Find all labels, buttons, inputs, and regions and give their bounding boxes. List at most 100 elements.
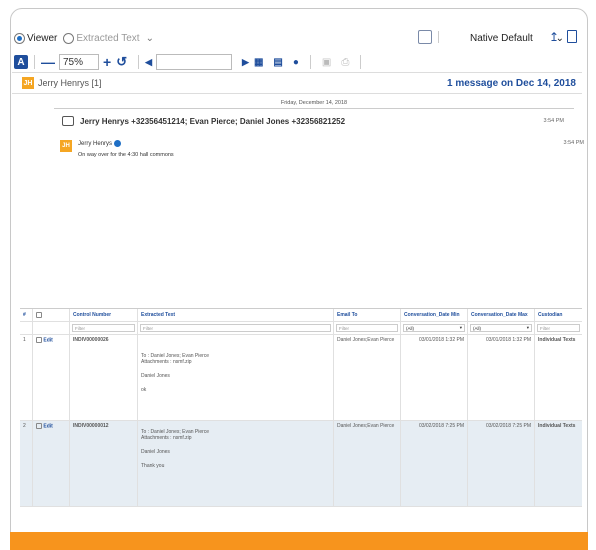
filter-value: (All) bbox=[473, 325, 481, 331]
chevron-down-icon[interactable]: ⌄ bbox=[146, 33, 154, 44]
control-number-link[interactable]: INDIV00000012 bbox=[70, 421, 138, 506]
layout-icon[interactable] bbox=[418, 30, 432, 44]
row-checkbox[interactable] bbox=[36, 337, 42, 343]
filter-cell: Filter bbox=[334, 322, 401, 334]
extracted-message: Thank you bbox=[141, 463, 165, 469]
row-checkbox[interactable] bbox=[36, 423, 42, 429]
column-header-email-to[interactable]: Email To bbox=[334, 309, 401, 321]
edit-link[interactable]: Edit bbox=[43, 337, 52, 343]
extracted-text-label: Extracted Text bbox=[76, 32, 140, 44]
filter-select[interactable]: (All) ▾ bbox=[403, 324, 465, 332]
avatar: JH bbox=[22, 77, 34, 89]
date-min-cell: 03/02/2018 7:25 PM bbox=[401, 421, 468, 506]
row-select-cell: Edit bbox=[33, 335, 70, 420]
document-list-grid: # Control Number Extracted Text Email To… bbox=[20, 308, 582, 507]
page-input[interactable] bbox=[156, 54, 233, 70]
viewer-toolbar: A — 75% + ↺ ◀ ▶ ▦ ▤ ● ▣ ⎙ bbox=[14, 51, 580, 73]
date-divider: Friday, December 14, 2018 bbox=[54, 100, 574, 109]
sender-avatar: JH bbox=[60, 140, 72, 152]
custodian-cell[interactable]: Individual Texts bbox=[535, 335, 582, 420]
viewer-radio[interactable] bbox=[14, 32, 25, 44]
extracted-from: Daniel Jones bbox=[141, 373, 170, 379]
next-page-icon[interactable]: ▶ bbox=[242, 57, 249, 68]
toolbar-divider bbox=[34, 55, 35, 69]
filter-cell: Filter bbox=[535, 322, 582, 334]
document-icon[interactable] bbox=[567, 30, 577, 43]
viewer-mode-bar: Viewer Extracted Text ⌄ Native Default ⌄… bbox=[14, 28, 580, 48]
column-header-date-min[interactable]: Conversation_Date Min bbox=[401, 309, 468, 321]
column-header-extracted-text[interactable]: Extracted Text bbox=[138, 309, 334, 321]
toolbar-divider bbox=[438, 31, 439, 43]
extracted-from: Daniel Jones bbox=[141, 449, 170, 455]
conversation-name: Jerry Henrys [1] bbox=[38, 78, 102, 88]
row-select-cell: Edit bbox=[33, 421, 70, 506]
print-icon[interactable]: ⎙ bbox=[341, 57, 349, 68]
extracted-text-cell: To : Daniel Jones; Evan Pierce Attachmen… bbox=[138, 421, 334, 506]
toolbar-divider bbox=[138, 55, 140, 69]
download-icon[interactable]: ↥ bbox=[549, 30, 559, 44]
custodian-cell[interactable]: Individual Texts bbox=[535, 421, 582, 506]
grid-filter-row: Filter Filter Filter (All) ▾ (All) ▾ Filte… bbox=[20, 322, 582, 335]
message-time: 3:54 PM bbox=[563, 140, 584, 146]
toolbar-divider bbox=[360, 55, 362, 69]
filter-input[interactable]: Filter bbox=[140, 324, 331, 332]
previous-page-icon[interactable]: ◀ bbox=[145, 57, 152, 68]
row-number: 1 bbox=[20, 335, 33, 420]
date-min-cell: 03/01/2018 1:32 PM bbox=[401, 335, 468, 420]
grid-header-row: # Control Number Extracted Text Email To… bbox=[20, 309, 582, 322]
info-icon[interactable] bbox=[114, 140, 122, 147]
native-default-value: Native Default bbox=[470, 32, 533, 44]
column-header-select[interactable] bbox=[33, 309, 70, 321]
filter-cell: Filter bbox=[70, 322, 138, 334]
extracted-text-cell: To : Daniel Jones; Evan Pierce Attachmen… bbox=[138, 335, 334, 420]
email-to-cell: Daniel Jones;Evan Pierce bbox=[334, 335, 401, 420]
filter-cell: (All) ▾ bbox=[401, 322, 468, 334]
participants-time: 3:54 PM bbox=[543, 118, 564, 124]
filter-cell: Filter bbox=[138, 322, 334, 334]
table-row[interactable]: 2 Edit INDIV00000012 To : Daniel Jones; … bbox=[20, 421, 582, 507]
filter-input[interactable]: Filter bbox=[72, 324, 135, 332]
message-count: 1 message on Dec 14, 2018 bbox=[447, 78, 576, 89]
zoom-in-icon[interactable]: + bbox=[103, 54, 111, 70]
print-options-icon[interactable]: ▣ bbox=[322, 57, 331, 68]
filter-cell bbox=[33, 322, 70, 334]
filter-value: (All) bbox=[406, 325, 414, 331]
column-header-control-number[interactable]: Control Number bbox=[70, 309, 138, 321]
column-header-number[interactable]: # bbox=[20, 309, 33, 321]
date-max-cell: 03/01/2018 1:32 PM bbox=[468, 335, 535, 420]
redact-icon[interactable]: ▤ bbox=[273, 57, 282, 68]
message-text: On way over for the 4:30 hall commons bbox=[78, 152, 174, 158]
zoom-out-icon[interactable]: — bbox=[41, 54, 55, 70]
footer-bar bbox=[10, 532, 588, 550]
viewer-label: Viewer bbox=[27, 32, 58, 44]
edit-link[interactable]: Edit bbox=[43, 423, 52, 429]
chat-bubble-icon bbox=[62, 116, 74, 126]
annotation-icon[interactable]: A bbox=[14, 55, 28, 69]
column-header-custodian[interactable]: Custodian bbox=[535, 309, 582, 321]
extracted-attachments: Attachments : nsmf.zip bbox=[141, 359, 192, 365]
extracted-text-radio[interactable] bbox=[63, 32, 75, 44]
filter-cell: (All) ▾ bbox=[468, 322, 535, 334]
column-header-date-max[interactable]: Conversation_Date Max bbox=[468, 309, 535, 321]
email-to-cell: Daniel Jones;Evan Pierce bbox=[334, 421, 401, 506]
filter-select[interactable]: (All) ▾ bbox=[470, 324, 532, 332]
toolbar-divider bbox=[309, 55, 311, 69]
filter-input[interactable]: Filter bbox=[336, 324, 398, 332]
caret-down-icon: ▾ bbox=[526, 325, 529, 330]
zoom-field[interactable]: 75% bbox=[59, 54, 99, 70]
sender-name: Jerry Henrys bbox=[78, 141, 113, 148]
rotate-icon[interactable]: ↺ bbox=[116, 54, 127, 70]
participants-row: Jerry Henrys +32356451214; Evan Pierce; … bbox=[62, 116, 574, 126]
date-max-cell: 03/02/2018 7:25 PM bbox=[468, 421, 535, 506]
table-row[interactable]: 1 Edit INDIV00000026 To : Daniel Jones; … bbox=[20, 335, 582, 421]
row-number: 2 bbox=[20, 421, 33, 506]
filter-cell bbox=[20, 322, 33, 334]
sender-name-row: Jerry Henrys bbox=[78, 140, 122, 148]
control-number-link[interactable]: INDIV00000026 bbox=[70, 335, 138, 420]
info-icon[interactable]: ● bbox=[293, 57, 299, 68]
select-all-checkbox[interactable] bbox=[36, 312, 42, 318]
extracted-attachments: Attachments : nsmf.zip bbox=[141, 435, 192, 441]
highlight-icon[interactable]: ▦ bbox=[254, 57, 263, 68]
filter-input[interactable]: Filter bbox=[537, 324, 580, 332]
conversation-header: JH Jerry Henrys [1] 1 message on Dec 14,… bbox=[12, 72, 582, 94]
